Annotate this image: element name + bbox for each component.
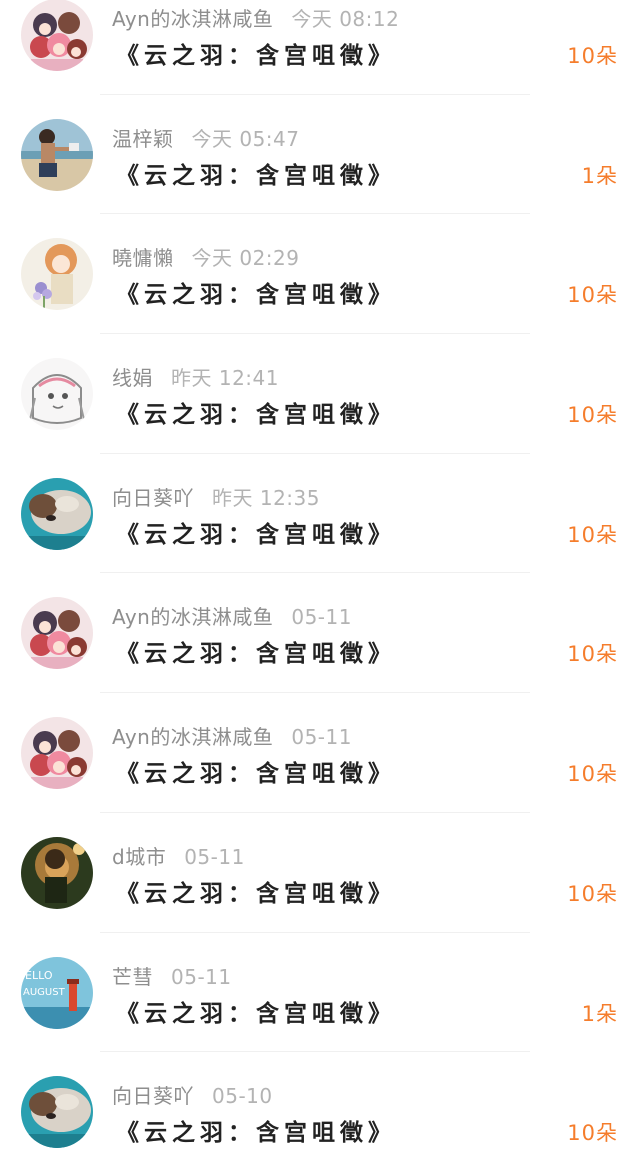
username[interactable]: 向日葵吖	[112, 486, 194, 510]
group-girls-avatar-icon[interactable]	[21, 597, 93, 670]
gift-count: 10朵	[567, 642, 618, 667]
row-meta: 线娟 昨天 12:41	[112, 364, 279, 392]
row-meta: 曉慵懶 今天 02:29	[112, 244, 300, 272]
username[interactable]: d城市	[112, 845, 166, 869]
gift-count: 1朵	[581, 163, 618, 188]
gift-count: 10朵	[567, 762, 618, 787]
row-meta: 芒彗 05-11	[112, 963, 232, 991]
username[interactable]: 线娟	[112, 366, 153, 390]
username[interactable]: Ayn的冰淇淋咸鱼	[112, 605, 273, 629]
list-item[interactable]: Ayn的冰淇淋咸鱼 今天 08:12 《云之羽：含宫咀徵》 10朵	[0, 0, 640, 95]
timestamp: 05-10	[212, 1084, 273, 1109]
gift-count: 10朵	[567, 1121, 618, 1146]
timestamp: 05-11	[171, 964, 232, 989]
avatar-text-2: AUGUST	[23, 987, 66, 998]
book-title[interactable]: 《云之羽：含宫咀徵》	[116, 997, 396, 1031]
list-item[interactable]: 向日葵吖 05-10 《云之羽：含宫咀徵》 10朵	[0, 1052, 640, 1172]
row-meta: 向日葵吖 昨天 12:35	[112, 484, 320, 512]
book-title[interactable]: 《云之羽：含宫咀徵》	[116, 1116, 396, 1150]
list-item[interactable]: 线娟 昨天 12:41 《云之羽：含宫咀徵》 10朵	[0, 334, 640, 454]
timestamp: 05-11	[184, 844, 245, 869]
flower-girl-avatar-icon[interactable]	[21, 238, 93, 311]
timestamp: 昨天 12:41	[171, 366, 279, 391]
avatar-text-1: ELLO	[25, 969, 53, 982]
timestamp: 今天 02:29	[191, 246, 300, 271]
list-item[interactable]: 温梓颖 今天 05:47 《云之羽：含宫咀徵》 1朵	[0, 95, 640, 215]
book-title[interactable]: 《云之羽：含宫咀徵》	[116, 159, 396, 193]
row-meta: Ayn的冰淇淋咸鱼 05-11	[112, 603, 352, 631]
sleeping-dog-avatar-icon[interactable]	[21, 477, 93, 550]
book-title[interactable]: 《云之羽：含宫咀徵》	[116, 39, 396, 73]
book-title[interactable]: 《云之羽：含宫咀徵》	[116, 757, 396, 791]
username[interactable]: 曉慵懶	[112, 246, 174, 270]
row-meta: Ayn的冰淇淋咸鱼 05-11	[112, 723, 352, 751]
timestamp: 昨天 12:35	[212, 485, 320, 510]
book-title[interactable]: 《云之羽：含宫咀徵》	[116, 278, 396, 312]
row-meta: Ayn的冰淇淋咸鱼 今天 08:12	[112, 5, 399, 33]
gift-record-list: Ayn的冰淇淋咸鱼 今天 08:12 《云之羽：含宫咀徵》 10朵 温梓颖 今天 0…	[0, 0, 640, 1172]
hello-august-avatar-icon[interactable]: ELLO AUGUST	[21, 956, 93, 1029]
list-item[interactable]: ELLO AUGUST 芒彗 05-11 《云之羽：含宫咀徵》 1朵	[0, 933, 640, 1053]
gift-count: 10朵	[567, 522, 618, 547]
list-item[interactable]: 向日葵吖 昨天 12:35 《云之羽：含宫咀徵》 10朵	[0, 454, 640, 574]
list-item[interactable]: d城市 05-11 《云之羽：含宫咀徵》 10朵	[0, 813, 640, 933]
username[interactable]: 芒彗	[112, 965, 153, 989]
gift-count: 10朵	[567, 44, 618, 68]
username[interactable]: Ayn的冰淇淋咸鱼	[112, 725, 273, 749]
group-girls-avatar-icon[interactable]	[21, 717, 93, 790]
timestamp: 05-11	[291, 725, 352, 750]
gift-count: 10朵	[567, 881, 618, 906]
sketch-girl-avatar-icon[interactable]	[21, 358, 93, 431]
timestamp: 今天 05:47	[191, 126, 300, 151]
book-title[interactable]: 《云之羽：含宫咀徵》	[116, 637, 396, 671]
book-title[interactable]: 《云之羽：含宫咀徵》	[116, 398, 396, 432]
username[interactable]: 温梓颖	[112, 127, 174, 151]
gift-count: 1朵	[581, 1001, 618, 1026]
username[interactable]: 向日葵吖	[112, 1084, 194, 1108]
list-item[interactable]: Ayn的冰淇淋咸鱼 05-11 《云之羽：含宫咀徵》 10朵	[0, 693, 640, 813]
row-meta: d城市 05-11	[112, 843, 245, 871]
gift-count: 10朵	[567, 403, 618, 428]
list-item[interactable]: 曉慵懶 今天 02:29 《云之羽：含宫咀徵》 10朵	[0, 214, 640, 335]
sleeping-dog-avatar-icon[interactable]	[21, 1076, 93, 1149]
beach-person-avatar-icon[interactable]	[21, 118, 93, 191]
book-title[interactable]: 《云之羽：含宫咀徵》	[116, 877, 396, 911]
row-meta: 向日葵吖 05-10	[112, 1082, 273, 1110]
timestamp: 今天 08:12	[291, 7, 400, 31]
username[interactable]: Ayn的冰淇淋咸鱼	[112, 7, 273, 31]
sunset-girl-avatar-icon[interactable]	[21, 836, 93, 909]
row-meta: 温梓颖 今天 05:47	[112, 125, 300, 153]
book-title[interactable]: 《云之羽：含宫咀徵》	[116, 518, 396, 552]
gift-count: 10朵	[567, 283, 618, 308]
timestamp: 05-11	[291, 605, 352, 630]
list-item[interactable]: Ayn的冰淇淋咸鱼 05-11 《云之羽：含宫咀徵》 10朵	[0, 573, 640, 694]
group-girls-avatar-icon[interactable]	[21, 0, 93, 71]
